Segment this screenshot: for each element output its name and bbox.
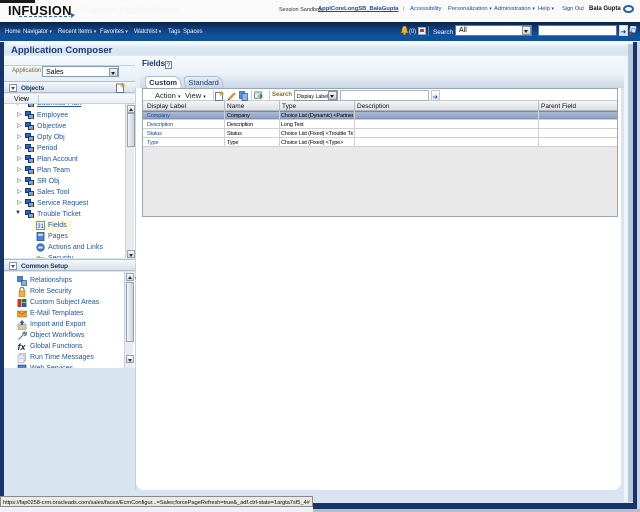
svg-text:31: 31 [37,224,44,230]
svg-text:fx: fx [18,342,27,352]
